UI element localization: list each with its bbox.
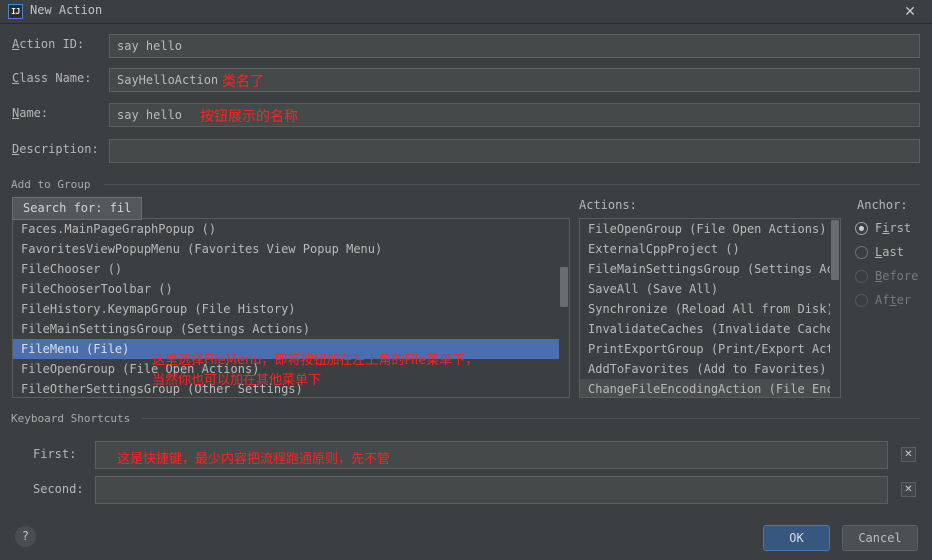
first-shortcut-label: First: (33, 447, 77, 461)
anchor-radio-first[interactable]: First (855, 219, 925, 239)
list-item[interactable]: FileMainSettingsGroup (Settings Act: (580, 259, 840, 279)
anchor-radio-first-label: First (875, 221, 912, 235)
description-row: Description: (12, 139, 920, 163)
list-item[interactable]: Synchronize (Reload All from Disk) (580, 299, 840, 319)
list-item[interactable]: AddToFavorites (Add to Favorites) (580, 359, 840, 379)
intellij-logo-icon: IJ (8, 4, 23, 19)
name-label: Name: (12, 106, 49, 120)
scroll-thumb[interactable] (560, 267, 568, 307)
description-label: Description: (12, 142, 99, 156)
list-item[interactable]: FileMainSettingsGroup (Settings Actions) (13, 319, 569, 339)
list-item[interactable]: Faces.MainPageGraphPopup () (13, 219, 569, 239)
groups-list-items: Faces.MainPageGraphPopup () FavoritesVie… (13, 219, 569, 397)
list-item[interactable]: FileOpenGroup (File Open Actions) (13, 359, 569, 379)
anchor-radio-before-label: Before (875, 269, 919, 283)
list-item[interactable]: FileOpenGroup (File Open Actions) (580, 219, 840, 239)
groups-list[interactable]: Faces.MainPageGraphPopup () FavoritesVie… (12, 218, 570, 398)
add-to-group-title: Add to Group (11, 178, 97, 191)
first-shortcut-input[interactable] (95, 441, 888, 469)
anchor-radio-before[interactable]: Before (855, 267, 932, 287)
list-item[interactable]: ExternalCppProject () (580, 239, 840, 259)
window-title: New Action (30, 3, 103, 17)
list-item[interactable]: SaveAll (Save All) (580, 279, 840, 299)
anchor-radio-after[interactable]: After (855, 291, 932, 311)
search-popup[interactable]: Search for: fil (12, 197, 143, 220)
action-id-input[interactable]: say hello (109, 34, 920, 58)
keyboard-shortcuts-separator (142, 418, 920, 419)
close-icon[interactable]: ✕ (902, 4, 918, 20)
list-item[interactable]: FavoritesViewPopupMenu (Favorites View P… (13, 239, 569, 259)
list-item[interactable]: FileOtherSettingsGroup (Other Settings) (13, 379, 569, 397)
list-item-selected[interactable]: FileMenu (File) (13, 339, 569, 359)
radio-indicator[interactable] (855, 270, 868, 283)
ok-button[interactable]: OK (763, 525, 830, 551)
radio-indicator[interactable] (855, 222, 868, 235)
actions-label: Actions: (579, 198, 637, 212)
title-bar: IJ New Action ✕ (0, 0, 932, 24)
description-input[interactable] (109, 139, 920, 163)
groups-list-scrollbar[interactable] (559, 219, 569, 397)
name-row: Name: say hello (12, 103, 920, 127)
add-to-group-separator (104, 184, 920, 185)
actions-list[interactable]: FileOpenGroup (File Open Actions) Extern… (579, 218, 841, 398)
help-button[interactable]: ? (15, 526, 36, 547)
radio-indicator[interactable] (855, 294, 868, 307)
new-action-dialog: IJ New Action ✕ Action ID: say hello Cla… (0, 0, 932, 560)
cancel-button[interactable]: Cancel (842, 525, 918, 551)
action-id-label: Action ID: (12, 37, 85, 51)
class-name-label: Class Name: (12, 71, 92, 85)
second-shortcut-input[interactable] (95, 476, 888, 504)
name-input[interactable]: say hello (109, 103, 920, 127)
anchor-label: Anchor: (857, 198, 908, 212)
actions-list-items: FileOpenGroup (File Open Actions) Extern… (580, 219, 840, 397)
list-item[interactable]: ChangeFileEncodingAction (File Enco (580, 379, 840, 397)
clear-first-shortcut-icon[interactable]: ✕ (901, 447, 916, 462)
second-shortcut-label: Second: (33, 482, 84, 496)
list-item[interactable]: PrintExportGroup (Print/Export Actio (580, 339, 840, 359)
list-item[interactable]: FileChooserToolbar () (13, 279, 569, 299)
class-name-row: Class Name: SayHelloAction (12, 68, 920, 92)
action-id-row: Action ID: say hello (12, 34, 920, 58)
list-item[interactable]: FileHistory.KeymapGroup (File History) (13, 299, 569, 319)
anchor-radio-last[interactable]: Last (855, 243, 925, 263)
class-name-input[interactable]: SayHelloAction (109, 68, 920, 92)
actions-list-scrollbar[interactable] (830, 219, 840, 397)
clear-second-shortcut-icon[interactable]: ✕ (901, 482, 916, 497)
anchor-radio-last-label: Last (875, 245, 904, 259)
list-item[interactable]: InvalidateCaches (Invalidate Caches (580, 319, 840, 339)
radio-indicator[interactable] (855, 246, 868, 259)
list-item[interactable]: FileChooser () (13, 259, 569, 279)
anchor-radio-after-label: After (875, 293, 912, 307)
scroll-thumb[interactable] (831, 220, 839, 280)
keyboard-shortcuts-title: Keyboard Shortcuts (11, 412, 137, 425)
